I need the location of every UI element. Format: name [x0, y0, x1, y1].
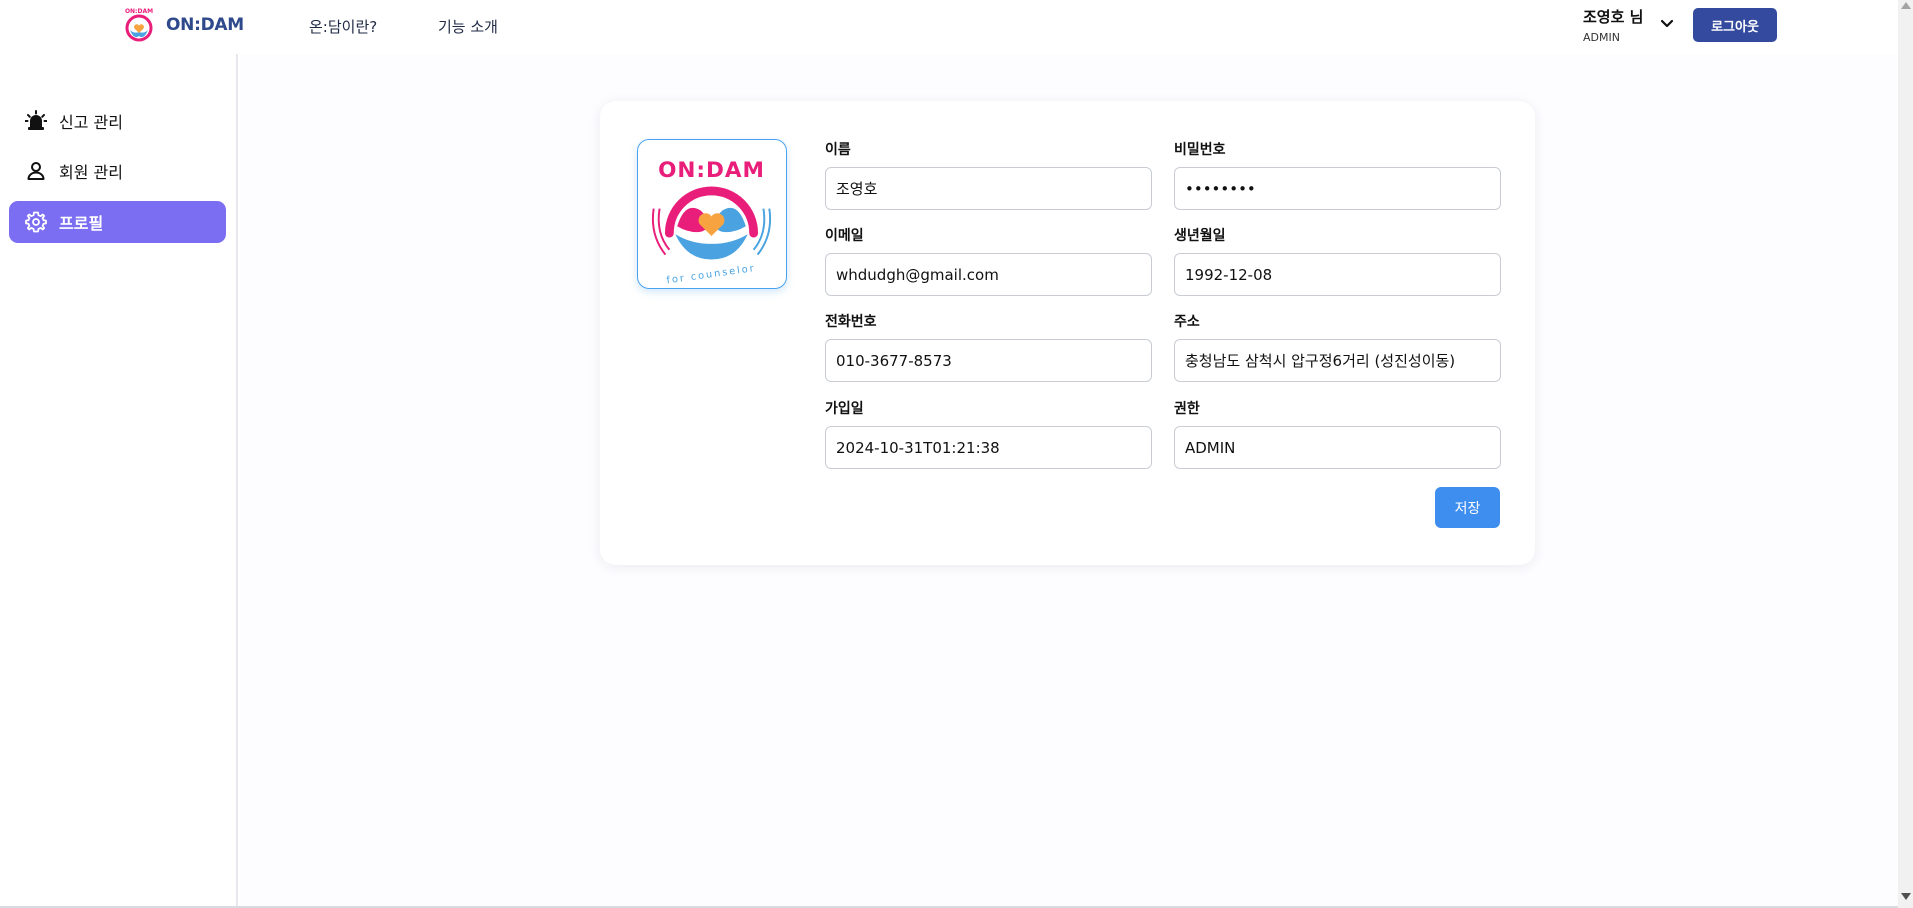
password-input[interactable] [1174, 167, 1501, 210]
phone-label: 전화번호 [825, 314, 877, 330]
siren-icon [25, 110, 47, 130]
brand-logo-icon: ON:DAM [125, 8, 153, 42]
field-birth: 생년월일 [1174, 225, 1501, 296]
sidebar-item-label: 프로필 [59, 214, 104, 233]
profile-card: ON:DAM for counselor 이름 비밀번호 이메일 [600, 101, 1535, 565]
sidebar: 신고 관리 회원 관리 프로필 [0, 54, 238, 908]
nav-about[interactable]: 온:담이란? [309, 16, 377, 37]
address-label: 주소 [1174, 314, 1200, 330]
field-email: 이메일 [825, 225, 1152, 296]
name-input[interactable] [825, 167, 1152, 210]
logo-text-top: ON:DAM [658, 158, 765, 183]
user-info[interactable]: 조영호 님 ADMIN [1583, 6, 1643, 44]
birth-input[interactable] [1174, 253, 1501, 296]
brand[interactable]: ON:DAM ON:DAM [122, 6, 244, 44]
role-input[interactable] [1174, 426, 1501, 469]
email-input[interactable] [825, 253, 1152, 296]
sidebar-item-reports[interactable]: 신고 관리 [9, 100, 226, 142]
gear-icon [25, 211, 47, 233]
save-button[interactable]: 저장 [1435, 487, 1500, 528]
chevron-down-icon[interactable] [1658, 14, 1676, 32]
brand-logo-text: ON:DAM [125, 8, 153, 15]
address-input[interactable] [1174, 339, 1501, 382]
main-content: ON:DAM for counselor 이름 비밀번호 이메일 [240, 54, 1898, 908]
sidebar-item-profile[interactable]: 프로필 [9, 201, 226, 243]
sidebar-item-label: 회원 관리 [59, 163, 123, 182]
field-phone: 전화번호 [825, 311, 1152, 382]
brand-name: ON:DAM [166, 15, 244, 35]
logout-button[interactable]: 로그아웃 [1693, 8, 1777, 42]
name-label: 이름 [825, 142, 851, 158]
sidebar-item-label: 신고 관리 [59, 113, 123, 132]
nav-features[interactable]: 기능 소개 [438, 16, 498, 37]
sidebar-item-members[interactable]: 회원 관리 [9, 150, 226, 192]
scroll-up-arrow-icon[interactable] [1901, 2, 1911, 9]
user-icon [27, 162, 45, 180]
phone-input[interactable] [825, 339, 1152, 382]
vertical-scrollbar[interactable] [1898, 0, 1913, 908]
scroll-down-arrow-icon[interactable] [1901, 893, 1911, 900]
birth-label: 생년월일 [1174, 228, 1226, 244]
field-role: 권한 [1174, 398, 1501, 469]
field-name: 이름 [825, 139, 1152, 210]
user-name: 조영호 님 [1583, 8, 1644, 26]
role-label: 권한 [1174, 401, 1200, 417]
profile-image[interactable]: ON:DAM for counselor [637, 139, 787, 289]
logo-text-bottom: for counselor [666, 263, 756, 286]
joined-input[interactable] [825, 426, 1152, 469]
joined-label: 가입일 [825, 401, 864, 417]
ondam-logo-icon: ON:DAM for counselor [651, 158, 772, 286]
email-label: 이메일 [825, 228, 864, 244]
user-role: ADMIN [1583, 31, 1620, 44]
top-navigation: ON:DAM ON:DAM 온:담이란? 기능 소개 조영호 님 ADMIN 로… [0, 0, 1898, 54]
field-address: 주소 [1174, 311, 1501, 382]
password-label: 비밀번호 [1174, 142, 1226, 158]
field-joined: 가입일 [825, 398, 1152, 469]
field-password: 비밀번호 [1174, 139, 1501, 210]
